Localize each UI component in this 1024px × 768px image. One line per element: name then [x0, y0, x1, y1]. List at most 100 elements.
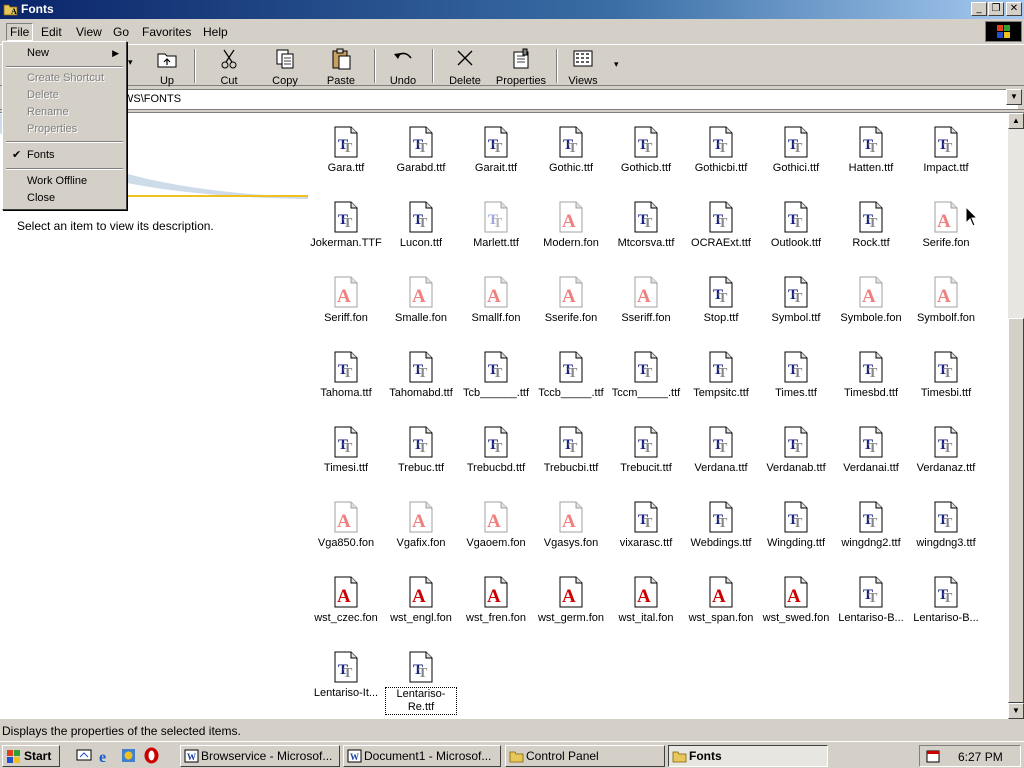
font-file-item[interactable]: T T wingdng3.ttf [908, 501, 984, 549]
font-file-item[interactable]: Awst_swed.fon [758, 576, 834, 624]
font-file-item[interactable]: T T Tccm_____.ttf [608, 351, 684, 399]
font-file-item[interactable]: T T Mtcorsva.ttf [608, 201, 684, 249]
font-file-item[interactable]: T T Garabd.ttf [383, 126, 459, 174]
menu-file[interactable]: File [6, 23, 34, 41]
menu-favorites[interactable]: Favorites [139, 24, 194, 40]
font-file-item[interactable]: T T vixarasc.ttf [608, 501, 684, 549]
font-file-item[interactable]: T T Trebucbd.ttf [458, 426, 534, 474]
font-file-item[interactable]: A Vgasys.fon [533, 501, 609, 549]
font-file-item[interactable]: T T Marlett.ttf [458, 201, 534, 249]
font-file-item[interactable]: T T Gara.ttf [308, 126, 384, 174]
taskbar-button-document1[interactable]: W Document1 - Microsof... [343, 745, 501, 767]
taskbar-button-fonts[interactable]: Fonts [668, 745, 828, 767]
scroll-up-button[interactable]: ▲ [1008, 113, 1024, 129]
menu-edit[interactable]: Edit [38, 24, 65, 40]
cut-button[interactable]: Cut [212, 48, 246, 87]
up-button[interactable]: Up [150, 48, 184, 87]
opera-icon[interactable] [143, 747, 160, 764]
font-file-item[interactable]: T T OCRAExt.ttf [683, 201, 759, 249]
font-file-item[interactable]: Awst_fren.fon [458, 576, 534, 624]
font-file-item[interactable]: Awst_span.fon [683, 576, 759, 624]
font-file-item[interactable]: T T Gothicb.ttf [608, 126, 684, 174]
font-file-item[interactable]: T T Trebuc.ttf [383, 426, 459, 474]
font-file-item[interactable]: T T Timesbd.ttf [833, 351, 909, 399]
properties-button[interactable]: Properties [494, 48, 548, 87]
font-file-item[interactable]: T T Verdanaz.ttf [908, 426, 984, 474]
copy-button[interactable]: Copy [266, 48, 304, 87]
title-bar[interactable]: A Fonts _ ❐ ✕ [0, 0, 1024, 19]
font-file-item[interactable]: T T Jokerman.TTF [308, 201, 384, 249]
scroll-down-button[interactable]: ▼ [1008, 703, 1024, 719]
font-file-item[interactable]: T T Gothici.ttf [758, 126, 834, 174]
font-file-item[interactable]: T T Times.ttf [758, 351, 834, 399]
vertical-scrollbar[interactable]: ▲ ▼ [1008, 113, 1024, 719]
font-file-item[interactable]: T T Webdings.ttf [683, 501, 759, 549]
font-file-item[interactable]: T T Impact.ttf [908, 126, 984, 174]
minimize-button[interactable]: _ [971, 2, 987, 16]
font-file-item[interactable]: T T Verdanab.ttf [758, 426, 834, 474]
internet-explorer-icon[interactable]: e [97, 747, 114, 764]
font-file-item[interactable]: A Vgafix.fon [383, 501, 459, 549]
menu-item-fonts[interactable]: ✔ Fonts [4, 147, 125, 164]
font-file-item[interactable]: T T wingdng2.ttf [833, 501, 909, 549]
font-file-item[interactable]: A Sseriff.fon [608, 276, 684, 324]
font-file-item[interactable]: T T Hatten.ttf [833, 126, 909, 174]
font-file-item[interactable]: A Seriff.fon [308, 276, 384, 324]
font-file-item[interactable]: T T Lentariso-B... [833, 576, 909, 624]
delete-button[interactable]: Delete [446, 48, 484, 87]
taskbar-button-browservice[interactable]: W Browservice - Microsof... [180, 745, 340, 767]
font-file-item[interactable]: A Sserife.fon [533, 276, 609, 324]
font-file-item[interactable]: Awst_engl.fon [383, 576, 459, 624]
font-file-item[interactable]: T T Timesi.ttf [308, 426, 384, 474]
address-dropdown-button[interactable]: ▼ [1006, 89, 1022, 105]
font-file-item[interactable]: A Vgaoem.fon [458, 501, 534, 549]
font-file-item[interactable]: T T Tcb______.ttf [458, 351, 534, 399]
menu-go[interactable]: Go [110, 24, 132, 40]
font-file-item[interactable]: T T Tahoma.ttf [308, 351, 384, 399]
menu-item-new[interactable]: New ▶ [4, 45, 125, 62]
font-file-item[interactable]: A Symbole.fon [833, 276, 909, 324]
outlook-express-icon[interactable] [120, 747, 137, 764]
menu-item-close[interactable]: Close [4, 190, 125, 207]
close-button[interactable]: ✕ [1006, 2, 1022, 16]
views-button[interactable]: Views [566, 48, 600, 87]
clock[interactable]: 6:27 PM [958, 750, 1003, 764]
font-file-item[interactable]: T T Symbol.ttf [758, 276, 834, 324]
font-file-item[interactable]: T T Lentariso-B... [908, 576, 984, 624]
font-file-item[interactable]: A Symbolf.fon [908, 276, 984, 324]
font-file-item[interactable]: T T Garait.ttf [458, 126, 534, 174]
font-file-item[interactable]: T T Trebucit.ttf [608, 426, 684, 474]
start-button[interactable]: Start [2, 745, 60, 767]
font-file-item[interactable]: T T Verdanai.ttf [833, 426, 909, 474]
font-file-item[interactable]: Awst_czec.fon [308, 576, 384, 624]
font-file-item[interactable]: T T Timesbi.ttf [908, 351, 984, 399]
menu-help[interactable]: Help [200, 24, 231, 40]
font-file-item[interactable]: T T Gothic.ttf [533, 126, 609, 174]
font-file-item[interactable]: T T Tahomabd.ttf [383, 351, 459, 399]
font-file-item[interactable]: T T Verdana.ttf [683, 426, 759, 474]
font-file-item[interactable]: A Modern.fon [533, 201, 609, 249]
views-dropdown-arrow-icon[interactable]: ▾ [614, 59, 619, 70]
font-file-item[interactable]: T T Lentariso-It... [308, 651, 384, 699]
scroll-thumb[interactable] [1008, 318, 1024, 703]
show-desktop-icon[interactable] [76, 747, 93, 764]
font-file-item[interactable]: T T Gothicbi.ttf [683, 126, 759, 174]
font-file-item[interactable]: Awst_ital.fon [608, 576, 684, 624]
font-file-item[interactable]: T T Lentariso-Re.ttf [383, 651, 459, 715]
font-file-item[interactable]: T T Trebucbi.ttf [533, 426, 609, 474]
font-file-item[interactable]: A Vga850.fon [308, 501, 384, 549]
font-file-item[interactable]: T T Tempsitc.ttf [683, 351, 759, 399]
font-file-item[interactable]: T T Rock.ttf [833, 201, 909, 249]
address-input[interactable]: WS\FONTS [118, 89, 1018, 109]
paste-button[interactable]: Paste [320, 48, 362, 87]
font-file-item[interactable]: A Smallf.fon [458, 276, 534, 324]
font-file-item[interactable]: T T Stop.ttf [683, 276, 759, 324]
scheduler-icon[interactable] [925, 748, 941, 764]
font-file-item[interactable]: T T Wingding.ttf [758, 501, 834, 549]
undo-button[interactable]: Undo [386, 48, 420, 87]
font-file-item[interactable]: T T Tccb_____.ttf [533, 351, 609, 399]
back-dropdown-arrow-icon[interactable]: ▾ [128, 57, 133, 68]
font-file-item[interactable]: T T Lucon.ttf [383, 201, 459, 249]
taskbar-button-control-panel[interactable]: Control Panel [505, 745, 665, 767]
font-file-item[interactable]: T T Outlook.ttf [758, 201, 834, 249]
